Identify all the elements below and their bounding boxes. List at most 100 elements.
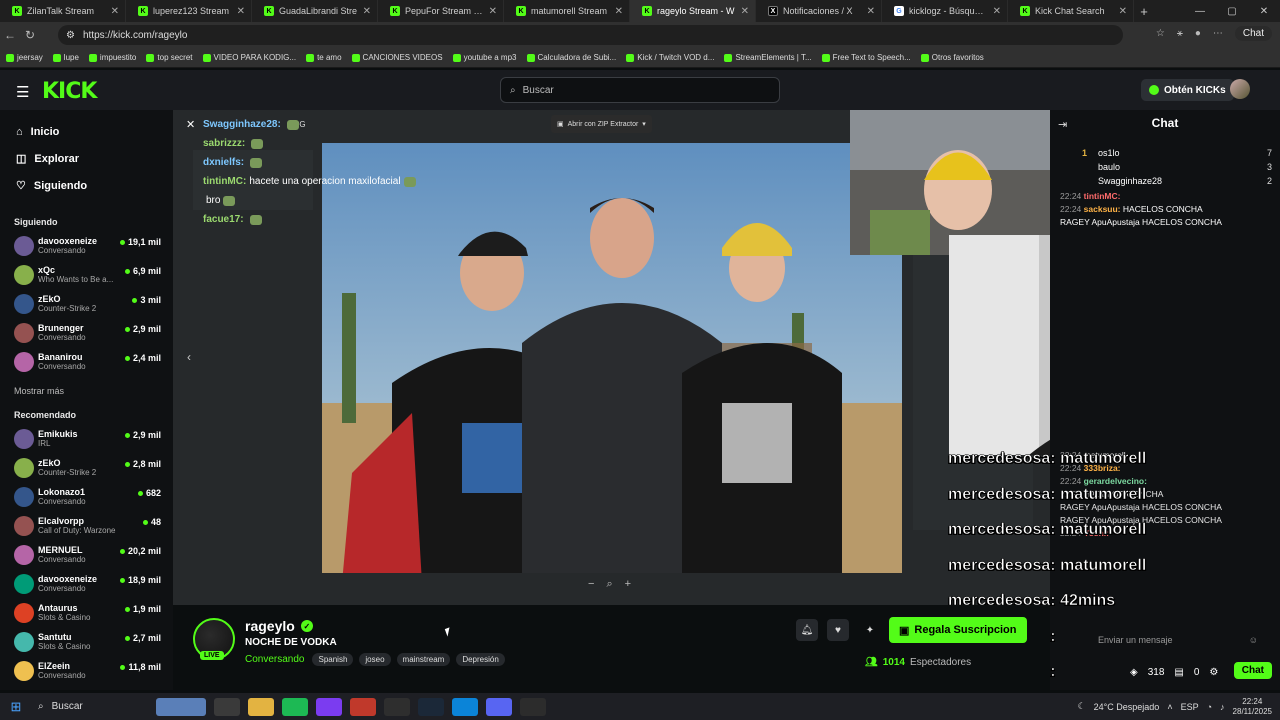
edge-icon[interactable]: [452, 697, 478, 716]
menu-icon[interactable]: ⋯: [1213, 28, 1223, 39]
taskbar-search[interactable]: ⌕ Buscar: [32, 701, 152, 712]
sidebar-channel[interactable]: Antaurus Slots & Casino 1,9 mil: [0, 598, 173, 627]
clock[interactable]: 22:24 28/11/2025: [1233, 697, 1272, 717]
browser-tab[interactable]: K ZilanTalk Stream ✕: [0, 0, 126, 22]
browser-tab[interactable]: K GuadaLibrandi Stre ✕: [252, 0, 378, 22]
search-input[interactable]: ⌕ Buscar: [500, 77, 780, 103]
minimize-button[interactable]: —: [1184, 6, 1216, 17]
sidebar-channel[interactable]: MERNUEL Conversando 20,2 mil: [0, 540, 173, 569]
bookmark-item[interactable]: youtube a mp3: [452, 53, 517, 62]
follow-heart-button[interactable]: ♥: [827, 619, 849, 641]
stream-tag[interactable]: mainstream: [396, 653, 451, 666]
bookmark-item[interactable]: StreamElements | T...: [724, 53, 812, 62]
get-kicks-button[interactable]: Obtén KICKs: [1141, 79, 1234, 101]
tray-chevron-icon[interactable]: ˄: [1167, 702, 1172, 712]
stream-tag[interactable]: Spanish: [312, 653, 354, 666]
bookmark-item[interactable]: CANCIONES VIDEOS: [351, 53, 443, 62]
spotify-icon[interactable]: [282, 697, 308, 716]
reload-icon[interactable]: ↻: [20, 28, 40, 42]
zoom-in-icon[interactable]: +: [625, 578, 631, 591]
file-explorer-icon[interactable]: [248, 697, 274, 716]
star-icon[interactable]: ☆: [1156, 28, 1165, 39]
sidebar-channel[interactable]: zEkO Counter-Strike 2 3 mil: [0, 289, 173, 318]
browser-tab[interactable]: K Kick Chat Search ✕: [1008, 0, 1134, 22]
tab-close-icon[interactable]: ✕: [1119, 6, 1127, 17]
settings-gear-icon[interactable]: ⚙: [1209, 667, 1218, 678]
browser-tab[interactable]: K PepuFor Stream - V ✕: [378, 0, 504, 22]
sidebar-nav-inicio[interactable]: ⌂ Inicio: [0, 118, 173, 145]
sidebar-channel[interactable]: xQc Who Wants to Be a... 6,9 mil: [0, 260, 173, 289]
open-zip-extractor-button[interactable]: ▣ Abrir con ZIP Extractor ▾: [551, 115, 652, 133]
close-window-button[interactable]: ✕: [1248, 6, 1280, 17]
browser-tab[interactable]: Kluperez123 Stream ✕: [126, 0, 252, 22]
sidebar-channel[interactable]: Bananirou Conversando 2,4 mil: [0, 347, 173, 376]
tab-close-icon[interactable]: ✕: [111, 6, 119, 17]
zoom-out-icon[interactable]: −: [588, 578, 594, 591]
extensions-icon[interactable]: ⚹: [1177, 28, 1183, 39]
bookmark-item[interactable]: impuestito: [88, 53, 136, 62]
bookmark-item[interactable]: top secret: [146, 53, 193, 62]
bookmark-item[interactable]: jeersay: [6, 53, 43, 62]
sidebar-nav-siguiendo[interactable]: ♡ Siguiendo: [0, 172, 173, 199]
prev-image-icon[interactable]: ‹: [187, 350, 191, 364]
site-info-icon[interactable]: ⚙: [66, 30, 75, 41]
tab-close-icon[interactable]: ✕: [489, 6, 497, 17]
chevron-down-icon[interactable]: ▾: [642, 120, 646, 128]
wifi-icon[interactable]: ◔: [1207, 702, 1212, 712]
app-icon-2[interactable]: [350, 697, 376, 716]
sidebar-channel[interactable]: Brunenger Conversando 2,9 mil: [0, 318, 173, 347]
browser-tab[interactable]: Kmatumorell Stream ✕: [504, 0, 630, 22]
bookmark-item[interactable]: Otros favoritos: [920, 53, 984, 62]
category-link[interactable]: Conversando: [245, 654, 304, 665]
bookmark-item[interactable]: VIDEO PARA KODIG...: [202, 53, 296, 62]
task-view-icon[interactable]: [214, 697, 240, 716]
volume-icon[interactable]: ♪: [1220, 702, 1225, 712]
browser-tab[interactable]: X Notificaciones / X ✕: [756, 0, 882, 22]
new-tab-button[interactable]: +: [1134, 4, 1154, 19]
zoom-fit-icon[interactable]: ⌕: [606, 578, 612, 591]
show-more-link[interactable]: Mostrar más: [0, 376, 173, 400]
profile-icon[interactable]: ●: [1195, 28, 1201, 39]
copilot-chat-button[interactable]: Chat: [1234, 26, 1272, 41]
kick-logo[interactable]: KICK: [42, 79, 97, 104]
bookmark-item[interactable]: lupe: [52, 53, 79, 62]
tab-close-icon[interactable]: ✕: [615, 6, 623, 17]
more-options-icon[interactable]: ✦: [859, 619, 881, 641]
browser-tab[interactable]: Gkicklogz - Búsqueda ✕: [882, 0, 1008, 22]
channel-name[interactable]: rageylo: [245, 618, 295, 634]
language-indicator[interactable]: ESP: [1181, 702, 1199, 712]
sidebar-nav-explorar[interactable]: ◫ Explorar: [0, 145, 173, 172]
hamburger-menu-icon[interactable]: ☰: [16, 83, 29, 101]
url-field[interactable]: ⚙ https://kick.com/rageylo: [58, 25, 1123, 45]
windows-start-icon[interactable]: ⊞: [0, 699, 32, 715]
discord-icon[interactable]: [486, 697, 512, 716]
bookmark-item[interactable]: Free Text to Speech...: [821, 53, 911, 62]
sidebar-channel[interactable]: davooxeneize Conversando 18,9 mil: [0, 569, 173, 598]
stream-tag[interactable]: Depresión: [456, 653, 505, 666]
obs-icon[interactable]: [520, 697, 546, 716]
tab-close-icon[interactable]: ✕: [237, 6, 245, 17]
tab-close-icon[interactable]: ✕: [993, 6, 1001, 17]
user-avatar[interactable]: [1230, 79, 1250, 99]
notification-bell-button[interactable]: 🔔︎: [796, 619, 818, 641]
bookmark-item[interactable]: te amo: [306, 53, 342, 62]
sidebar-channel[interactable]: davooxeneize Conversando 19,1 mil: [0, 231, 173, 260]
sidebar-channel[interactable]: ElZeein Conversando 11,8 mil: [0, 656, 173, 685]
tab-close-icon[interactable]: ✕: [867, 6, 875, 17]
browser-tab[interactable]: Krageylo Stream - W ✕: [630, 0, 756, 22]
back-icon[interactable]: ←: [0, 28, 20, 42]
app-icon[interactable]: [316, 697, 342, 716]
weather-text[interactable]: 24°C Despejado: [1094, 702, 1160, 712]
gift-subscription-button[interactable]: ▣ Regala Suscripcion: [889, 617, 1027, 643]
close-image-icon[interactable]: ✕: [186, 118, 195, 131]
sidebar-channel[interactable]: Elcalvorpp Call of Duty: Warzone 48: [0, 511, 173, 540]
send-chat-button[interactable]: Chat: [1233, 662, 1272, 679]
sidebar-channel[interactable]: Lokonazo1 Conversando 682: [0, 482, 173, 511]
tab-close-icon[interactable]: ✕: [363, 6, 371, 17]
app-icon-3[interactable]: [384, 697, 410, 716]
tab-close-icon[interactable]: ✕: [741, 6, 749, 17]
sidebar-channel[interactable]: Emikukis IRL 2,9 mil: [0, 424, 173, 453]
send-message-input[interactable]: Enviar un mensaje ☺: [1098, 632, 1258, 648]
gift-icon[interactable]: ▤: [1174, 667, 1183, 678]
bookmark-item[interactable]: Kick / Twitch VOD d...: [626, 53, 714, 62]
